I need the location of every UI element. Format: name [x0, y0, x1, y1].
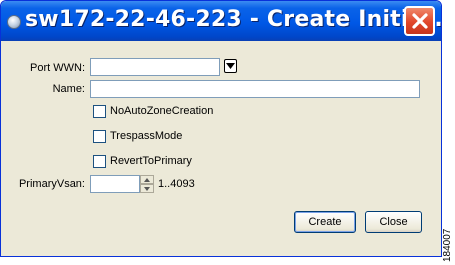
revert-to-primary-label: RevertToPrimary	[110, 155, 192, 167]
revert-to-primary-option[interactable]: RevertToPrimary	[93, 153, 192, 169]
trespass-mode-label: TrespassMode	[110, 130, 183, 142]
primary-vsan-spinner	[140, 175, 154, 193]
primary-vsan-label: PrimaryVsan:	[18, 178, 85, 190]
no-auto-zone-creation-checkbox[interactable]	[93, 104, 106, 118]
port-wwn-label: Port WWN:	[30, 62, 85, 74]
no-auto-zone-creation-option[interactable]: NoAutoZoneCreation	[93, 103, 213, 119]
create-initiator-dialog: sw172-22-46-223 - Create Initiat... Port…	[0, 0, 442, 257]
close-window-button[interactable]	[404, 6, 435, 36]
name-label: Name:	[52, 83, 85, 95]
close-x-icon	[411, 13, 428, 29]
port-wwn-input[interactable]	[90, 58, 220, 76]
spin-up-button[interactable]	[140, 175, 154, 184]
port-wwn-dropdown-button[interactable]	[224, 59, 237, 73]
app-globe-icon	[7, 15, 21, 29]
name-input[interactable]	[90, 80, 420, 98]
title-bar[interactable]: sw172-22-46-223 - Create Initiat...	[1, 1, 441, 41]
spin-down-arrow-icon	[144, 186, 150, 191]
trespass-mode-option[interactable]: TrespassMode	[93, 128, 182, 144]
window-title: sw172-22-46-223 - Create Initiat...	[25, 7, 442, 32]
chevron-down-icon	[226, 63, 235, 69]
figure-id: 184007	[442, 228, 453, 262]
spin-up-arrow-icon	[144, 177, 150, 182]
primary-vsan-range: 1..4093	[158, 178, 195, 190]
spin-down-button[interactable]	[140, 184, 154, 193]
trespass-mode-checkbox[interactable]	[93, 129, 106, 143]
no-auto-zone-creation-label: NoAutoZoneCreation	[110, 105, 214, 117]
primary-vsan-input[interactable]	[90, 175, 140, 193]
revert-to-primary-checkbox[interactable]	[93, 154, 106, 168]
create-button[interactable]: Create	[294, 211, 356, 233]
close-button[interactable]: Close	[365, 211, 422, 233]
